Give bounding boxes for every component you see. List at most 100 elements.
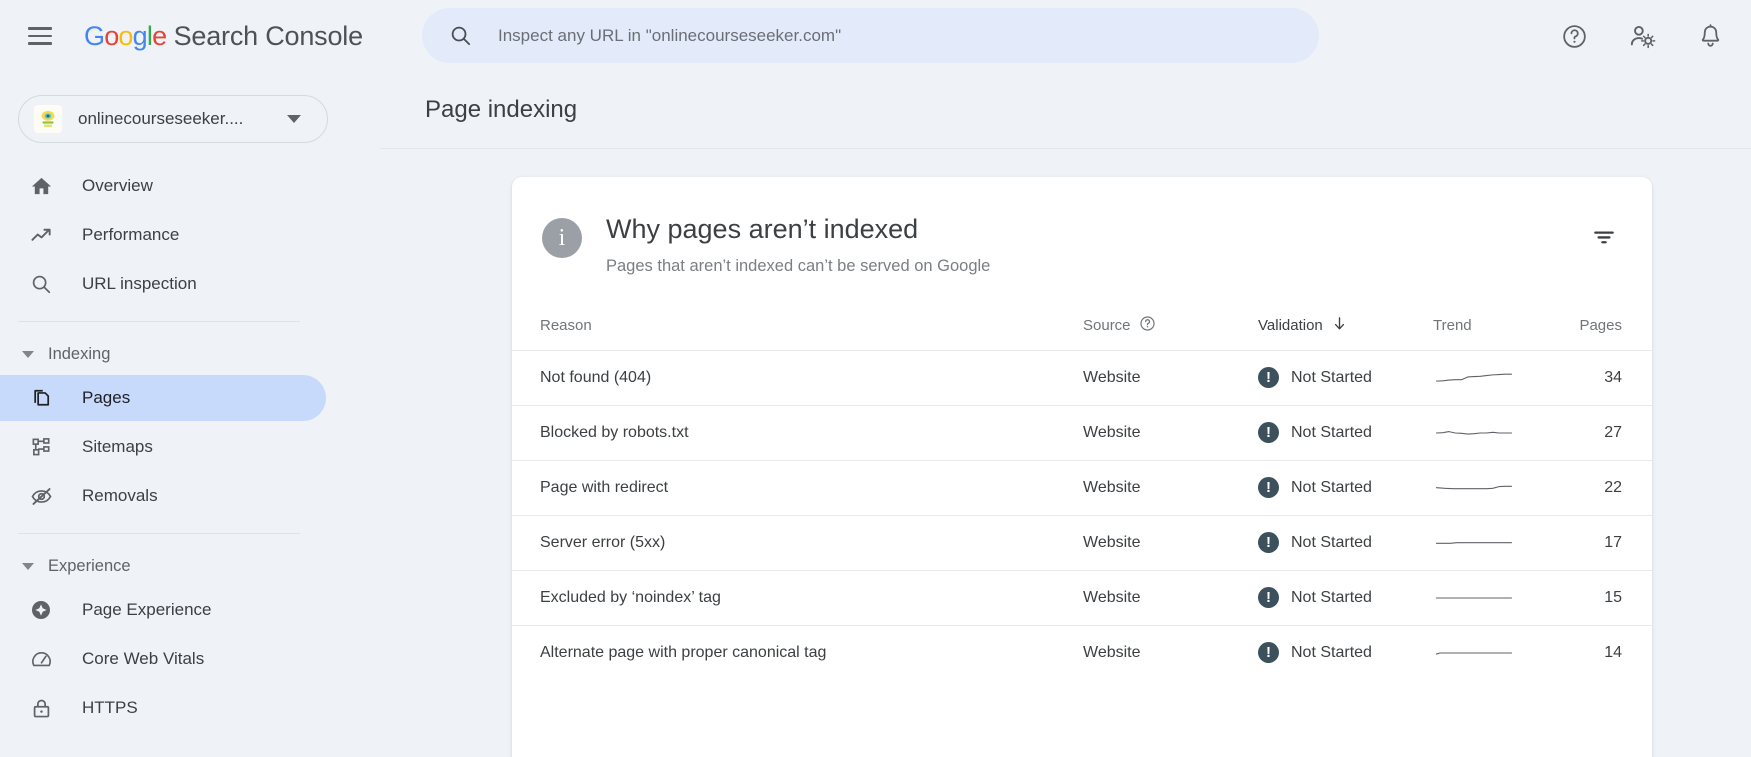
user-settings-icon[interactable] xyxy=(1619,13,1665,59)
eye-off-icon xyxy=(28,483,54,509)
pages-copy-icon xyxy=(28,385,54,411)
sidebar: onlinecourseseeker.... Overview Performa… xyxy=(0,72,328,757)
exclamation-icon: ! xyxy=(1258,477,1279,499)
indexing-reasons-table: Reason Source Validation Trend Pages Not… xyxy=(512,314,1652,681)
sidebar-group-experience[interactable]: Experience xyxy=(0,548,328,584)
page-title: Page indexing xyxy=(425,96,578,123)
sidebar-divider xyxy=(18,321,300,322)
lock-icon xyxy=(28,695,54,721)
exclamation-icon: ! xyxy=(1258,587,1279,609)
column-header-pages[interactable]: Pages xyxy=(1547,314,1652,351)
table-row[interactable]: Excluded by ‘noindex’ tag Website! Not Sta… xyxy=(512,570,1652,625)
help-circle-icon[interactable] xyxy=(1139,315,1156,336)
search-console-app: Google Search Console Inspect any URL in… xyxy=(0,0,1751,757)
column-header-trend[interactable]: Trend xyxy=(1432,314,1547,351)
cell-pages: 27 xyxy=(1604,423,1622,441)
cell-validation: ! Not Started xyxy=(1257,350,1432,405)
info-icon: i xyxy=(542,218,582,258)
table-header-row: Reason Source Validation Trend Pages xyxy=(512,314,1652,351)
property-selector[interactable]: onlinecourseseeker.... xyxy=(18,95,328,143)
cell-trend xyxy=(1432,350,1547,405)
validation-status-label: Not Started xyxy=(1291,533,1372,551)
menu-icon[interactable] xyxy=(28,27,52,45)
exclamation-icon: ! xyxy=(1258,367,1279,389)
filter-list-icon[interactable] xyxy=(1582,215,1626,259)
table-row[interactable]: Not found (404) Website! Not Started 34 xyxy=(512,350,1652,405)
column-label-source: Source xyxy=(1083,316,1131,334)
cell-pages: 15 xyxy=(1604,588,1622,606)
validation-status-label: Not Started xyxy=(1291,643,1372,661)
validation-status-label: Not Started xyxy=(1291,478,1372,496)
sidebar-group-indexing[interactable]: Indexing xyxy=(0,336,328,372)
brand-suffix: Search Console xyxy=(166,20,364,51)
search-input[interactable] xyxy=(496,24,1256,47)
sidebar-item-overview[interactable]: Overview xyxy=(0,163,326,209)
table-row[interactable]: Blocked by robots.txt Website! Not Started… xyxy=(512,405,1652,460)
trending-up-icon xyxy=(28,222,54,248)
sidebar-item-performance[interactable]: Performance xyxy=(0,212,326,258)
sidebar-item-url-inspection[interactable]: URL inspection xyxy=(0,261,326,307)
cell-pages: 22 xyxy=(1604,478,1622,496)
column-header-source[interactable]: Source xyxy=(1082,314,1257,351)
cell-trend xyxy=(1432,405,1547,460)
sidebar-item-core-web-vitals[interactable]: Core Web Vitals xyxy=(0,636,326,682)
home-icon xyxy=(28,173,54,199)
table-body: Not found (404) Website! Not Started 34 Bloc… xyxy=(512,350,1652,680)
column-header-validation[interactable]: Validation xyxy=(1257,314,1432,351)
column-header-reason[interactable]: Reason xyxy=(512,314,1082,351)
cell-reason: Server error (5xx) xyxy=(540,533,666,551)
sidebar-item-https[interactable]: HTTPS xyxy=(0,685,326,731)
cell-validation: ! Not Started xyxy=(1257,625,1432,680)
chevron-down-icon xyxy=(22,350,34,358)
cell-pages: 34 xyxy=(1604,368,1622,386)
sidebar-item-label: Page Experience xyxy=(82,600,212,619)
trend-sparkline xyxy=(1435,597,1513,599)
site-favicon-icon xyxy=(34,105,62,133)
title-divider xyxy=(380,148,1751,149)
top-bar-actions xyxy=(1551,0,1733,72)
sidebar-item-page-experience[interactable]: Page Experience xyxy=(0,587,326,633)
table-row[interactable]: Page with redirect Website! Not Started 22 xyxy=(512,460,1652,515)
validation-status-label: Not Started xyxy=(1291,588,1372,606)
cell-reason: Alternate page with proper canonical tag xyxy=(540,643,827,661)
search-icon xyxy=(28,271,54,297)
cell-source: Website xyxy=(1083,368,1141,386)
property-name: onlinecourseseeker.... xyxy=(78,109,244,128)
help-icon[interactable] xyxy=(1551,13,1597,59)
cell-source: Website xyxy=(1083,423,1141,441)
sidebar-item-removals[interactable]: Removals xyxy=(0,473,326,519)
notifications-bell-icon[interactable] xyxy=(1687,13,1733,59)
google-logo: Google xyxy=(84,20,167,51)
sidebar-group-label: Experience xyxy=(48,556,131,575)
arrow-down-icon xyxy=(1331,315,1348,336)
card-title: Why pages aren’t indexed xyxy=(606,214,919,244)
trend-sparkline xyxy=(1435,541,1513,544)
trend-sparkline xyxy=(1435,652,1513,655)
cell-source: Website xyxy=(1083,478,1141,496)
sidebar-item-label: Performance xyxy=(82,225,180,244)
sidebar-divider xyxy=(18,533,300,534)
speedometer-icon xyxy=(28,646,54,672)
chevron-down-icon[interactable] xyxy=(287,115,301,123)
url-inspection-search[interactable] xyxy=(422,8,1319,63)
cell-reason: Excluded by ‘noindex’ tag xyxy=(540,588,721,606)
sidebar-item-label: Removals xyxy=(82,486,158,505)
sidebar-item-label: HTTPS xyxy=(82,698,138,717)
exclamation-icon: ! xyxy=(1258,422,1279,444)
exclamation-icon: ! xyxy=(1258,532,1279,554)
table-row[interactable]: Server error (5xx) Website! Not Started 17 xyxy=(512,515,1652,570)
column-label-pages: Pages xyxy=(1579,316,1622,334)
sidebar-item-label: Core Web Vitals xyxy=(82,649,205,668)
column-label-validation: Validation xyxy=(1258,316,1323,334)
card-header-text: Why pages aren’t indexed Pages that aren… xyxy=(606,214,990,276)
sitemap-icon xyxy=(28,434,54,460)
cell-validation: ! Not Started xyxy=(1257,570,1432,625)
sidebar-item-sitemaps[interactable]: Sitemaps xyxy=(0,424,326,470)
cell-source: Website xyxy=(1083,643,1141,661)
cell-trend xyxy=(1432,515,1547,570)
trend-sparkline xyxy=(1435,430,1513,435)
sidebar-item-pages[interactable]: Pages xyxy=(0,375,326,421)
main-content: Page indexing i Why pages aren’t indexed… xyxy=(328,72,1751,757)
table-row[interactable]: Alternate page with proper canonical tag… xyxy=(512,625,1652,680)
cell-trend xyxy=(1432,460,1547,515)
